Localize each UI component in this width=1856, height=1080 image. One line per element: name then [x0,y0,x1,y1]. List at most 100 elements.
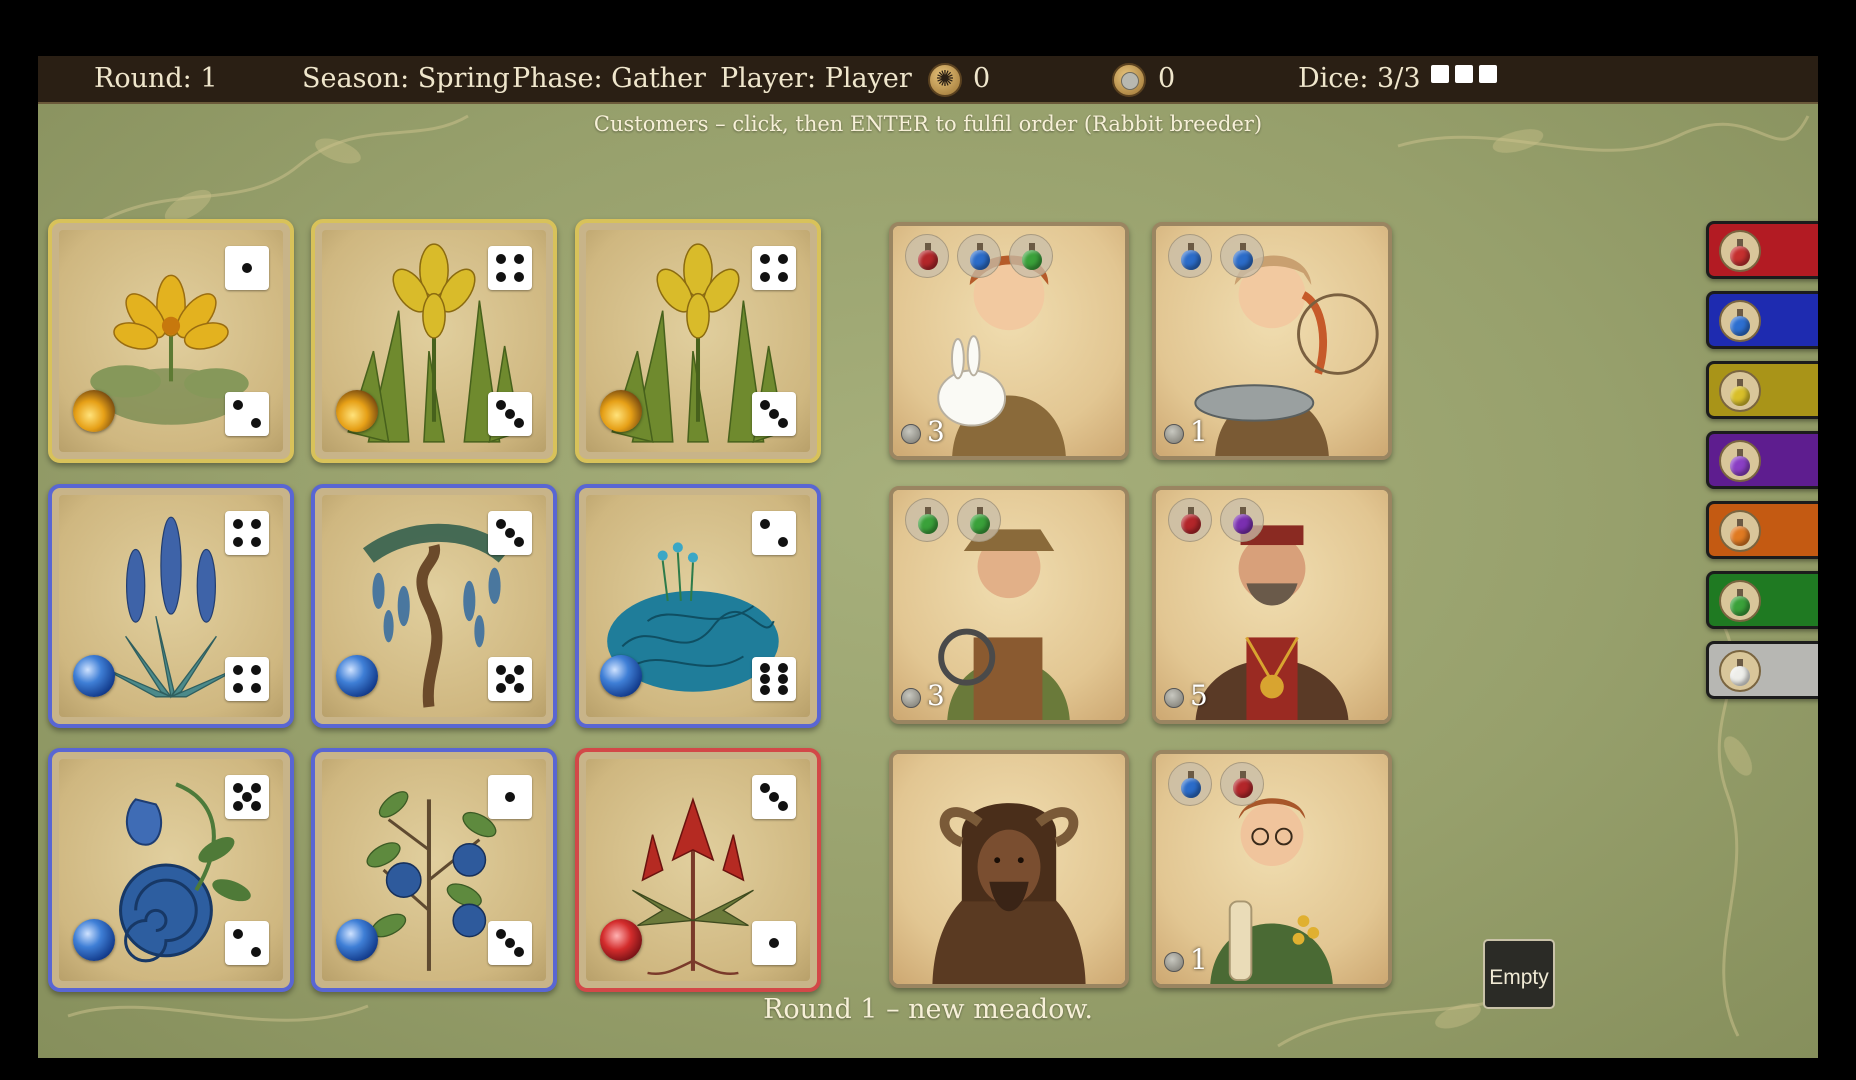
die-2[interactable] [225,392,269,436]
die-4[interactable] [752,246,796,290]
meadow-card[interactable] [311,484,557,728]
potion-slot-purple[interactable]: 0 [1706,431,1818,489]
status-message: Round 1 – new meadow. [763,994,1093,1025]
potion-flask-icon [1730,309,1750,336]
potion-slot-green[interactable]: 0 [1706,571,1818,629]
die-3[interactable] [752,775,796,819]
die-3[interactable] [488,511,532,555]
potion-slot-blue[interactable]: 0 [1706,291,1818,349]
meadow-card[interactable] [48,219,294,463]
reward-value: 3 [901,416,945,448]
die-4[interactable] [225,511,269,555]
die-pip [778,272,788,282]
die-5[interactable] [225,775,269,819]
potion-holder [1719,650,1761,692]
die-5[interactable] [488,657,532,701]
die-pip [505,938,515,948]
customer-card[interactable]: 1 [1152,222,1392,460]
potion-flask-icon [970,507,990,534]
potion-flask-icon [1181,507,1201,534]
required-potion-icon [957,234,1001,278]
customer-card[interactable]: 3 [889,486,1129,724]
die-pip [778,801,788,811]
potion-holder [1719,370,1761,412]
reward-value: 1 [1164,416,1208,448]
potion-flask-icon [918,243,938,270]
dice-remaining-marker [1431,65,1449,83]
water-element-icon [336,919,378,961]
potion-flask-icon [1181,243,1201,270]
potion-flask-icon [1022,243,1042,270]
die-pip [514,683,524,693]
die-6[interactable] [752,657,796,701]
die-pip [233,929,243,939]
water-element-icon [73,655,115,697]
potion-slot-orange[interactable]: 0 [1706,501,1818,559]
die-pip [496,683,506,693]
required-potion-icon [1220,234,1264,278]
potion-slot-white[interactable]: 0 [1706,641,1818,699]
die-pip [251,519,261,529]
reward-amount: 5 [1190,679,1208,712]
season-label: Season: Spring [302,63,510,94]
die-pip [251,947,261,957]
customer-card[interactable]: 3 [889,222,1129,460]
meadow-card[interactable] [575,219,821,463]
die-pip [769,792,779,802]
required-potion-icon [905,498,949,542]
die-pip [505,528,515,538]
die-4[interactable] [225,657,269,701]
reward-value: 3 [901,680,945,712]
potion-flask-icon [1730,659,1750,686]
die-pip [760,674,770,684]
die-1[interactable] [752,921,796,965]
die-3[interactable] [488,921,532,965]
meadow-card[interactable] [311,748,557,992]
silver-coin-icon [1164,423,1184,444]
die-pip [251,665,261,675]
meadow-card[interactable] [575,748,821,992]
die-pip [778,254,788,264]
potion-slot-red[interactable]: 0 [1706,221,1818,279]
die-pip [760,272,770,282]
potion-flask-icon [918,507,938,534]
die-2[interactable] [752,511,796,555]
die-pip [778,663,788,673]
die-1[interactable] [225,246,269,290]
die-4[interactable] [488,246,532,290]
meadow-card[interactable] [48,484,294,728]
phase-label: Phase: Gather [512,63,706,94]
dice-remaining-marker [1479,65,1497,83]
meadow-card[interactable] [575,484,821,728]
plant-illustration [59,230,283,452]
potion-flask-icon [1233,243,1253,270]
die-3[interactable] [752,392,796,436]
die-pip [251,537,261,547]
required-potion-icon [1220,762,1264,806]
potion-flask-icon [1730,589,1750,616]
die-pip [251,683,261,693]
fire-element-icon [336,390,378,432]
die-2[interactable] [225,921,269,965]
potion-holder [1719,300,1761,342]
meadow-card[interactable] [311,219,557,463]
die-3[interactable] [488,392,532,436]
potion-slot-yellow[interactable]: 0 [1706,361,1818,419]
required-potion-icon [957,498,1001,542]
water-element-icon [600,655,642,697]
customer-card[interactable] [889,750,1129,988]
die-pip [514,665,524,675]
die-pip [505,409,515,419]
die-pip [760,783,770,793]
die-1[interactable] [488,775,532,819]
die-pip [233,783,243,793]
customer-card[interactable]: 5 [1152,486,1392,724]
die-pip [496,665,506,675]
reward-value: 5 [1164,680,1208,712]
die-pip [233,400,243,410]
potion-flask-icon [1233,507,1253,534]
customer-card[interactable]: 1 [1152,750,1392,988]
die-pip [233,801,243,811]
meadow-card[interactable] [48,748,294,992]
die-pip [514,272,524,282]
